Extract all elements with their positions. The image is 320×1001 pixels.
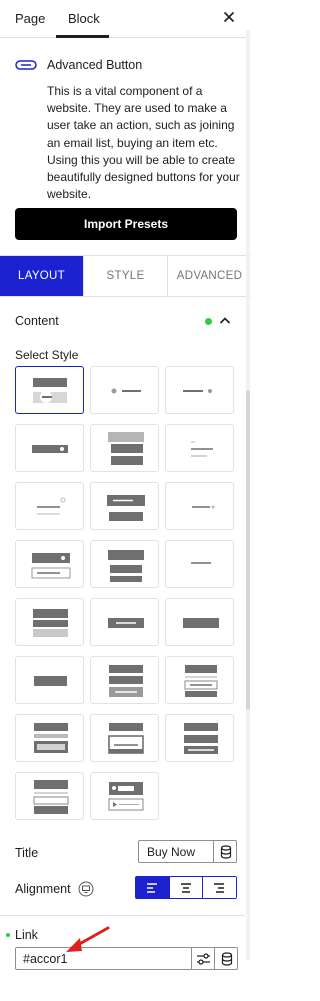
style-option[interactable] [90, 482, 159, 530]
sidebar-header: Page Block [0, 0, 251, 38]
scrollbar-thumb[interactable] [246, 390, 250, 710]
align-right-button[interactable] [202, 877, 237, 898]
title-label: Title [15, 846, 39, 860]
align-center-icon [180, 883, 191, 893]
tab-style[interactable]: STYLE [83, 256, 167, 296]
title-row: Title Buy Now [0, 840, 251, 866]
align-right-icon [214, 883, 225, 893]
style-option[interactable] [15, 656, 84, 704]
link-label: Link [15, 928, 38, 942]
style-option[interactable] [165, 366, 234, 414]
button-block-icon [15, 60, 37, 70]
content-label: Content [15, 314, 59, 328]
database-icon [221, 952, 233, 966]
desktop-icon[interactable] [78, 881, 94, 897]
style-option[interactable] [90, 540, 159, 588]
tab-layout[interactable]: LAYOUT [0, 256, 83, 296]
select-style-label: Select Style [15, 348, 79, 362]
alignment-row: Alignment [0, 876, 251, 902]
style-option[interactable] [15, 598, 84, 646]
style-option[interactable] [15, 366, 84, 414]
database-icon [220, 845, 232, 859]
tab-page[interactable]: Page [15, 11, 45, 26]
align-left-icon [147, 883, 157, 893]
style-option[interactable] [15, 714, 84, 762]
style-option[interactable] [90, 424, 159, 472]
tab-advanced[interactable]: ADVANCED [167, 256, 251, 296]
tab-block[interactable]: Block [68, 11, 100, 26]
style-option[interactable] [165, 714, 234, 762]
dynamic-data-button[interactable] [214, 947, 238, 970]
style-option[interactable] [90, 656, 159, 704]
style-option[interactable] [165, 598, 234, 646]
style-option[interactable] [165, 482, 234, 530]
content-panel-header[interactable]: Content [0, 307, 251, 335]
settings-sliders-icon [197, 953, 210, 965]
chevron-up-icon[interactable] [218, 314, 232, 328]
style-option[interactable] [165, 656, 234, 704]
align-center-button[interactable] [168, 877, 203, 898]
style-option[interactable] [165, 540, 234, 588]
style-option[interactable] [15, 540, 84, 588]
block-description: This is a vital component of a website. … [47, 84, 240, 202]
status-dot [6, 933, 10, 937]
status-dot [205, 318, 212, 325]
style-option[interactable] [90, 772, 159, 820]
alignment-buttons [135, 876, 237, 899]
style-option[interactable] [90, 714, 159, 762]
divider [0, 915, 245, 916]
link-settings-button[interactable] [191, 947, 215, 970]
style-option[interactable] [90, 366, 159, 414]
annotation-arrow-icon [66, 926, 110, 952]
style-option[interactable] [15, 424, 84, 472]
dynamic-data-button[interactable] [213, 840, 237, 863]
style-option[interactable] [15, 482, 84, 530]
style-option[interactable] [90, 598, 159, 646]
close-icon[interactable] [221, 9, 237, 25]
title-input[interactable]: Buy Now [138, 840, 213, 863]
panel-tabs: LAYOUT STYLE ADVANCED [0, 255, 251, 297]
active-tab-indicator [56, 35, 109, 38]
style-option[interactable] [15, 772, 84, 820]
align-left-button[interactable] [136, 877, 169, 898]
alignment-label: Alignment [15, 882, 71, 896]
import-presets-button[interactable]: Import Presets [15, 208, 237, 240]
block-title: Advanced Button [47, 58, 143, 72]
style-option[interactable] [165, 424, 234, 472]
